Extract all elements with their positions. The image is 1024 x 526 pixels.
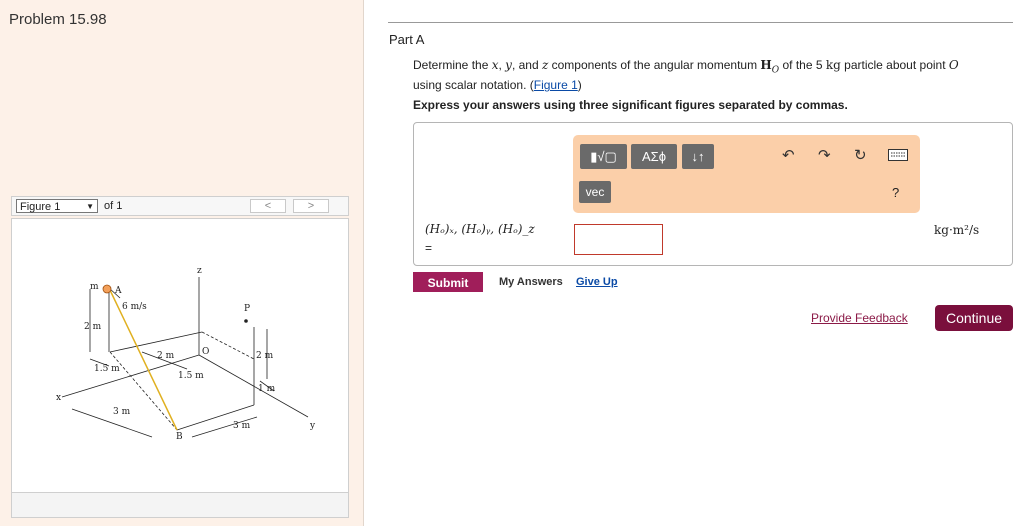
dim-3m-bottom: 3 m: [233, 421, 251, 431]
dim-2m-mid: 2 m: [157, 351, 175, 361]
problem-pane: Problem 15.98 Figure 1 ▼ of 1 < > z y x …: [0, 0, 364, 526]
x-label: x: [56, 393, 61, 403]
part-divider: [388, 22, 1013, 23]
part-label: Part A: [389, 32, 425, 47]
symbols-button[interactable]: ΑΣϕ: [631, 144, 677, 169]
q-y: y: [505, 58, 512, 72]
velocity-label: 6 m/s: [122, 302, 147, 312]
y-axis: [198, 354, 309, 418]
B-label: B: [176, 432, 183, 442]
q-text: components of the angular momentum: [548, 58, 761, 72]
z-label: z: [197, 266, 202, 276]
figure-nav-bar: Figure 1 ▼ of 1 < >: [11, 196, 349, 216]
figure-select-value: Figure 1: [20, 201, 61, 213]
q-O: O: [948, 58, 959, 72]
dim-2m-right: 2 m: [256, 351, 274, 361]
next-figure-button[interactable]: >: [293, 199, 329, 213]
dim-15m-left: 1.5 m: [94, 364, 120, 374]
particle-A: [102, 284, 112, 294]
dim-1m: 1 m: [258, 384, 276, 394]
give-up-link[interactable]: Give Up: [576, 276, 618, 288]
m-label: m: [90, 282, 99, 292]
figure-link[interactable]: Figure 1: [534, 78, 578, 92]
vec-button[interactable]: vec: [579, 181, 611, 203]
figure-count: of 1: [104, 200, 123, 212]
arrows-button[interactable]: ↓↑: [682, 144, 714, 169]
figure-footer-bar: [11, 492, 349, 518]
dim-15m-mid: 1.5 m: [178, 371, 204, 381]
chevron-down-icon: ▼: [86, 202, 94, 211]
problem-title: Problem 15.98: [9, 11, 107, 28]
templates-button[interactable]: ▮√▢: [580, 144, 627, 169]
help-button[interactable]: ?: [892, 185, 899, 200]
q-text: ): [577, 78, 582, 93]
P-label: P: [244, 304, 250, 314]
prev-figure-button[interactable]: <: [250, 199, 286, 213]
q-kg: kg: [825, 58, 841, 72]
figure-image: z y x m A O P B 6 m/s 2 m 1.5 m 2 m 1.5 …: [11, 218, 349, 518]
answer-box: ▮√▢ ΑΣϕ ↓↑ ↶ ↷ ↻ vec ? (Hₒ)ₓ, (Hₒ)ᵧ, (Hₒ…: [413, 122, 1013, 266]
q-sep: , and: [511, 58, 542, 72]
q-H: H: [760, 58, 772, 72]
figure-diagram: z y x m A O P B 6 m/s 2 m 1.5 m 2 m 1.5 …: [56, 266, 316, 442]
answer-input[interactable]: [574, 224, 663, 255]
provide-feedback-link[interactable]: Provide Feedback: [811, 311, 908, 325]
q-text: using scalar notation. (: [413, 78, 534, 93]
answer-equals: =: [425, 241, 433, 255]
answer-unit: kg·m²/s: [934, 223, 980, 237]
undo-icon[interactable]: ↶: [782, 146, 795, 164]
answer-instruction: Express your answers using three signifi…: [413, 98, 848, 112]
my-answers-label[interactable]: My Answers: [499, 276, 563, 288]
answer-label: (Hₒ)ₓ, (Hₒ)ᵧ, (Hₒ)_z: [425, 222, 535, 236]
dim-2m-left: 2 m: [84, 322, 102, 332]
keyboard-icon[interactable]: [888, 148, 908, 165]
continue-button[interactable]: Continue: [935, 305, 1013, 331]
dim-3m-left: 3 m: [113, 407, 131, 417]
q-text: of the 5: [779, 58, 826, 72]
reset-icon[interactable]: ↻: [854, 146, 867, 164]
question-text: Determine the x, y, and z components of …: [413, 58, 1013, 93]
figure-select[interactable]: Figure 1 ▼: [16, 199, 98, 213]
A-label: A: [114, 286, 122, 296]
redo-icon[interactable]: ↷: [818, 146, 831, 164]
q-text: particle about point: [840, 58, 949, 72]
submit-button[interactable]: Submit: [413, 272, 483, 292]
q-text: Determine the: [413, 58, 492, 72]
math-toolbar: ▮√▢ ΑΣϕ ↓↑ ↶ ↷ ↻ vec ?: [573, 135, 920, 213]
y-label: y: [309, 421, 316, 431]
O-label: O: [202, 347, 209, 357]
